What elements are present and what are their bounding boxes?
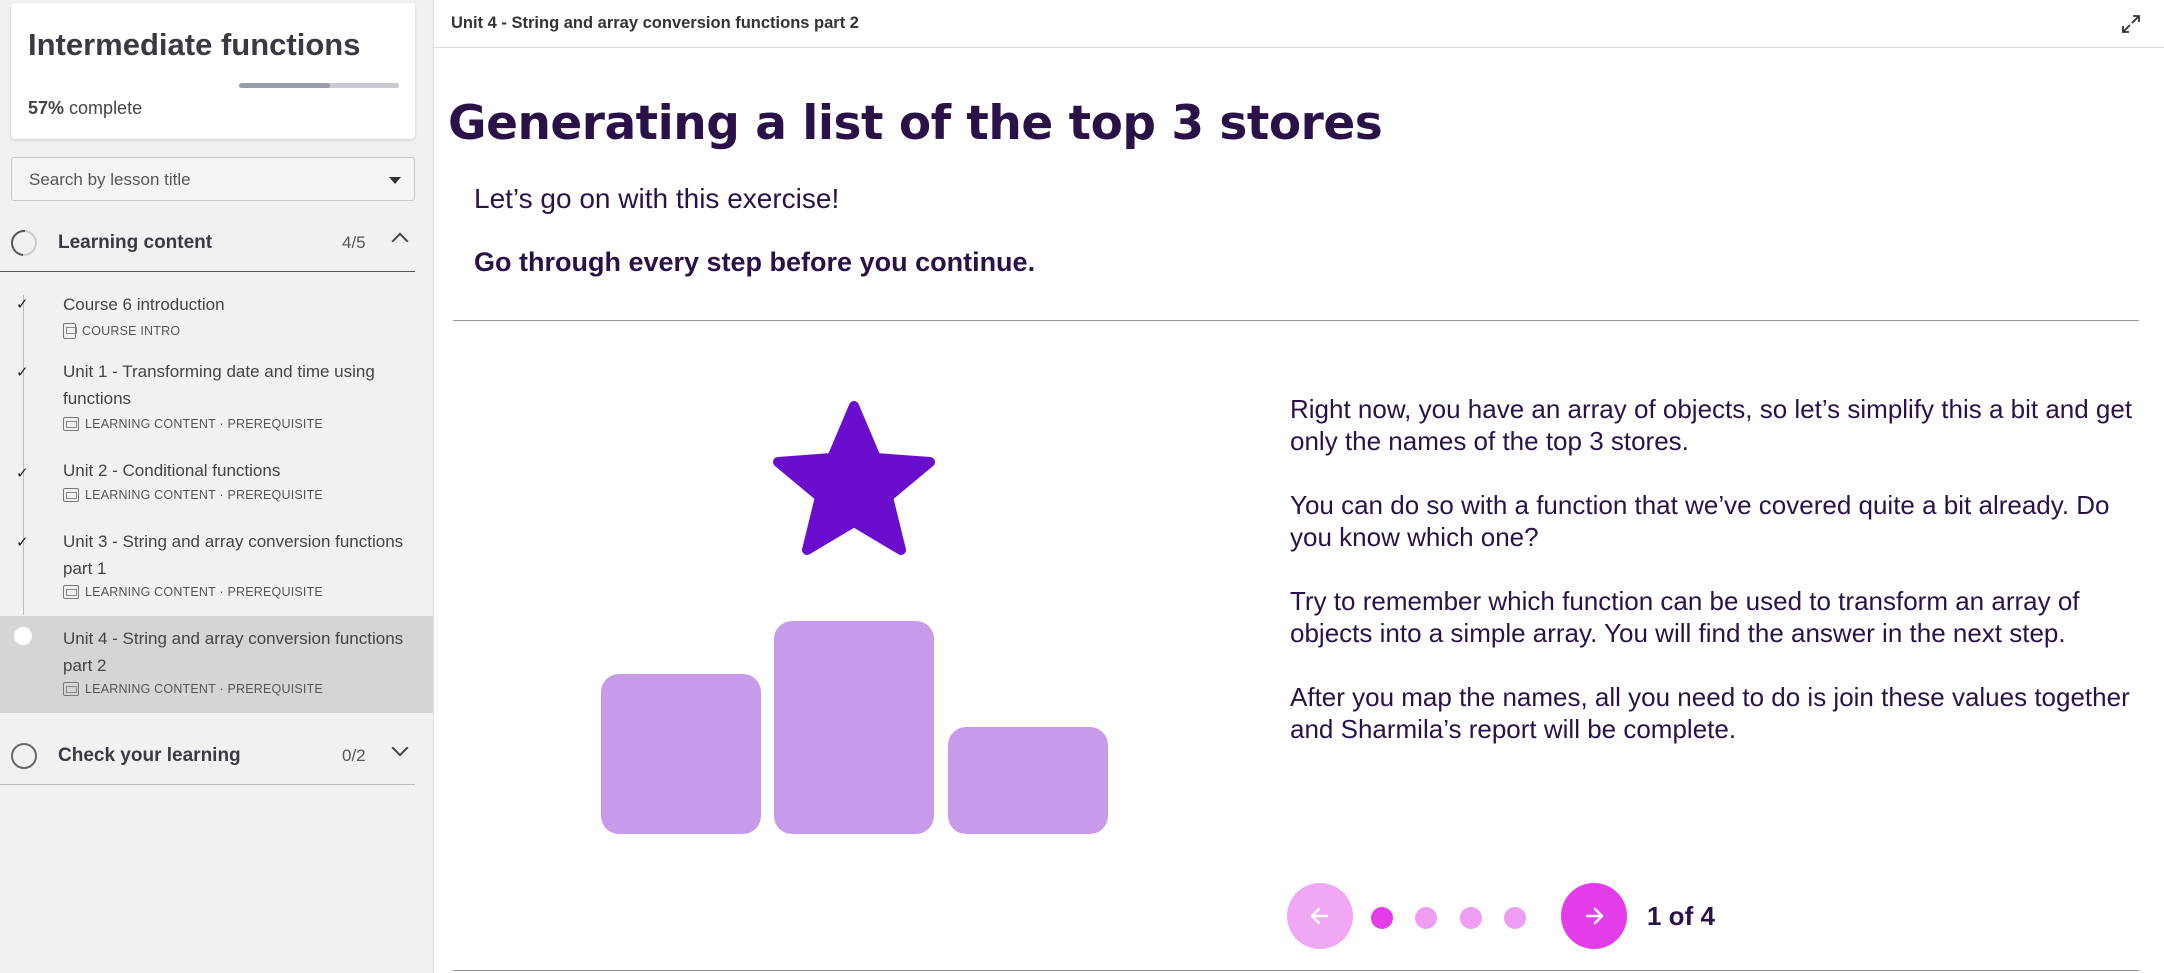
progress-ring-icon	[11, 743, 37, 769]
dropdown-caret-icon	[389, 177, 401, 184]
lesson-item[interactable]: ✓ Course 6 introduction COURSE INTRO	[0, 283, 433, 343]
unit-title: Unit 4 - String and array conversion fun…	[451, 14, 859, 32]
lesson-title: Course 6 introduction	[63, 295, 225, 314]
podium-illustration	[601, 401, 1108, 834]
lesson-meta: LEARNING CONTENT · PREREQUISITE	[63, 585, 323, 599]
paragraph: Try to remember which function can be us…	[1290, 586, 2080, 648]
chevron-up-icon[interactable]	[391, 232, 409, 250]
chevron-down-icon[interactable]	[391, 739, 409, 757]
step-dot-3[interactable]	[1460, 907, 1482, 929]
main-content: Unit 4 - String and array conversion fun…	[433, 0, 2164, 973]
section-label: Learning content	[58, 232, 213, 253]
arrow-left-icon	[1310, 907, 1329, 925]
progress-text: 57% complete	[28, 98, 143, 118]
lesson-search-select[interactable]: Search by lesson title	[11, 157, 415, 201]
lesson-meta: LEARNING CONTENT · PREREQUISITE	[63, 417, 323, 431]
search-placeholder: Search by lesson title	[29, 170, 191, 189]
progress-bar-fill	[239, 83, 331, 88]
lesson-item[interactable]: ✓ Unit 2 - Conditional functions LEARNIN…	[0, 453, 433, 509]
podium-right	[948, 727, 1108, 834]
slides-icon	[63, 488, 79, 502]
lesson-meta: LEARNING CONTENT · PREREQUISITE	[63, 488, 323, 502]
divider	[453, 320, 2139, 321]
document-icon	[63, 323, 77, 339]
progress-bar	[239, 83, 399, 88]
intro-text: Let’s go on with this exercise!	[474, 183, 840, 214]
star-icon	[773, 401, 935, 555]
lesson-title: Unit 1 - Transforming date and time usin…	[63, 362, 375, 408]
page-title: Generating a list of the top 3 stores	[448, 96, 1383, 151]
paragraph: After you map the names, all you need to…	[1290, 682, 2130, 744]
lesson-title: Unit 3 - String and array conversion fun…	[63, 532, 404, 578]
instruction-text: Go through every step before you continu…	[474, 247, 1036, 277]
lesson-item-active[interactable]: Unit 4 - String and array conversion fun…	[0, 616, 433, 713]
course-title: Intermediate functions	[28, 27, 361, 62]
paragraph: Right now, you have an array of objects,…	[1290, 394, 2133, 456]
lesson-meta: COURSE INTRO	[63, 323, 180, 339]
check-icon: ✓	[16, 295, 29, 313]
check-icon: ✓	[16, 363, 29, 381]
podium-left	[601, 674, 761, 834]
section-label: Check your learning	[58, 745, 241, 766]
lesson-title: Unit 2 - Conditional functions	[63, 461, 281, 480]
check-icon: ✓	[16, 533, 29, 551]
step-content: Right now, you have an array of objects,…	[1290, 393, 2150, 777]
section-count: 4/5	[342, 233, 366, 252]
lesson-item[interactable]: ✓ Unit 1 - Transforming date and time us…	[0, 353, 433, 437]
slides-icon	[63, 417, 79, 431]
bottom-divider	[453, 970, 2139, 971]
section-learning-content[interactable]: Learning content 4/5	[0, 212, 415, 272]
step-dot-4[interactable]	[1504, 907, 1526, 929]
previous-step-button[interactable]	[1287, 883, 1353, 949]
section-count: 0/2	[342, 746, 366, 765]
lesson-item[interactable]: ✓ Unit 3 - String and array conversion f…	[0, 523, 433, 607]
step-counter: 1 of 4	[1647, 901, 1715, 931]
slides-icon	[63, 585, 79, 599]
step-dot-2[interactable]	[1415, 907, 1437, 929]
slides-icon	[63, 682, 79, 696]
section-check-learning[interactable]: Check your learning 0/2	[0, 725, 415, 785]
step-dot-1[interactable]	[1371, 907, 1393, 929]
arrow-right-icon	[1585, 907, 1604, 925]
progress-ring-icon	[5, 224, 43, 262]
topbar: Unit 4 - String and array conversion fun…	[434, 0, 2164, 48]
podium-center	[774, 621, 934, 834]
sidebar: Intermediate functions 57% complete Sear…	[0, 0, 433, 973]
next-step-button[interactable]	[1561, 883, 1627, 949]
course-card: Intermediate functions 57% complete	[11, 3, 415, 139]
incomplete-circle-icon	[14, 627, 32, 645]
paragraph: You can do so with a function that we’ve…	[1290, 490, 2110, 552]
expand-icon[interactable]	[2121, 14, 2141, 34]
lesson-meta: LEARNING CONTENT · PREREQUISITE	[63, 682, 323, 696]
lesson-title: Unit 4 - String and array conversion fun…	[63, 629, 404, 675]
check-icon: ✓	[16, 464, 29, 482]
